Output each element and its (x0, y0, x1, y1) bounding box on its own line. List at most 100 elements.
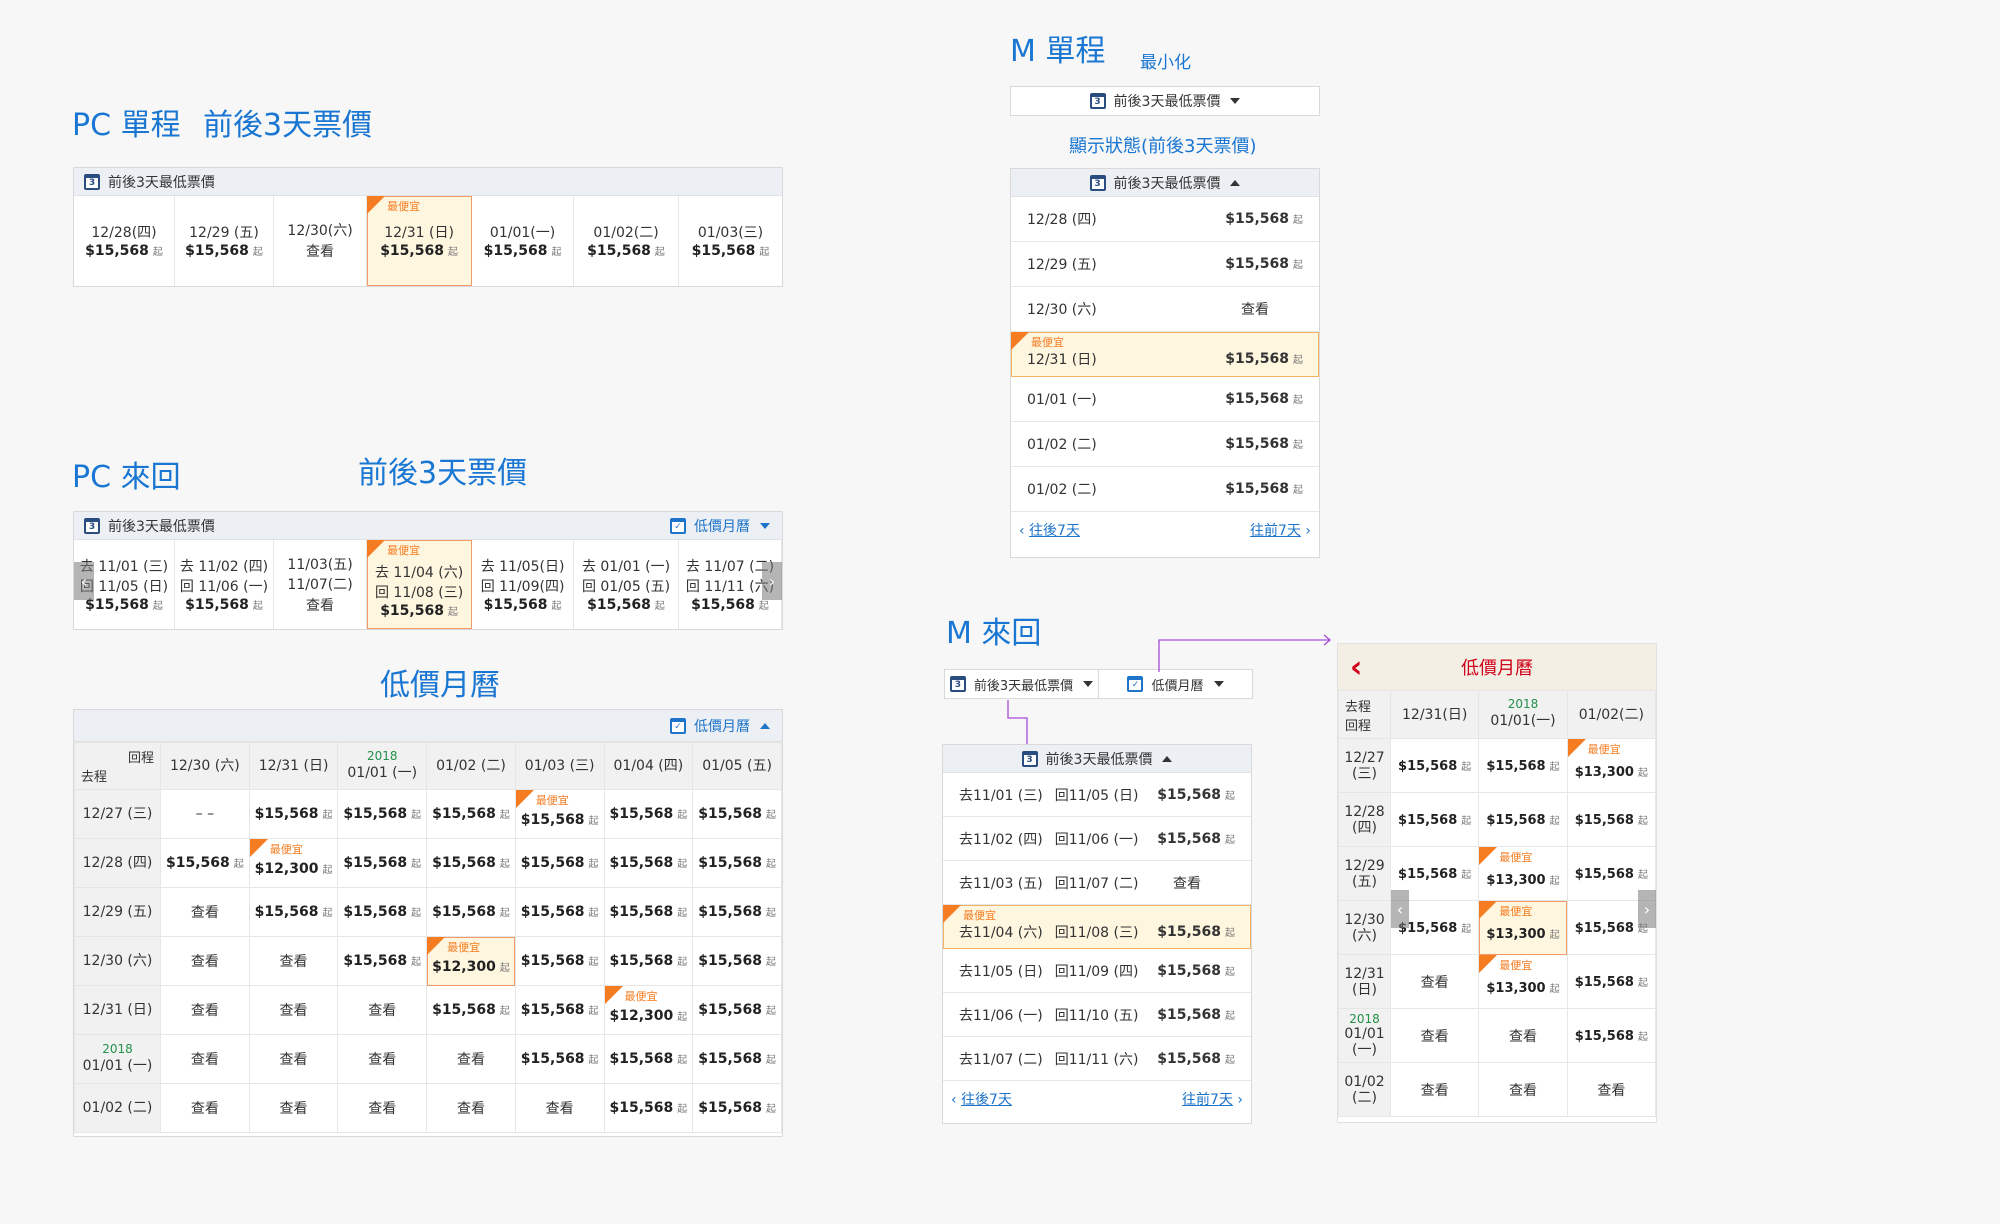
from-suffix: 起 (1637, 1031, 1648, 1043)
list-row[interactable]: 去11/01 (三) 回11/05 (日) $15,568 起 (943, 773, 1251, 817)
price-cell[interactable]: $15,568 起 (1478, 738, 1568, 793)
list-row[interactable]: 最便宜 12/31 (日) $15,568 起 (1011, 332, 1319, 377)
row-weekday: (日) (1352, 981, 1377, 998)
m-price-grid: 去程 回程 12/31(日) 2018 01/01(一) 01/02(二) 12/27 (三)… (1338, 690, 1657, 1117)
from-suffix: 起 (1225, 834, 1235, 846)
row-date-header: 12/28 (四) (1338, 792, 1391, 847)
price-text: $13,300 起 (1574, 764, 1648, 780)
price-text: $15,568 起 (380, 602, 458, 619)
return-date: 回11/11 (六) (1054, 1051, 1139, 1068)
back-chevron-icon[interactable]: ‹ (1350, 650, 1362, 685)
round-date-price-cell[interactable]: 最便宜去 11/04 (六) 回 11/08 (三) $15,568 起 (367, 540, 473, 629)
from-suffix: 起 (1225, 1054, 1235, 1066)
prev-arrow-button[interactable]: ‹ (1391, 890, 1409, 928)
from-suffix: 起 (1549, 875, 1560, 887)
price-cell[interactable]: $15,568 起 (1566, 954, 1657, 1009)
cheapest-badge: 最便宜 (1587, 743, 1621, 756)
price-cell[interactable]: 最便宜 $12,300 起 (426, 936, 516, 986)
cheapest-flag-icon (367, 540, 386, 558)
price-cell[interactable]: 最便宜 $13,300 起 (1478, 900, 1568, 955)
date-label: 12/31 (日) (1027, 352, 1097, 368)
list-row[interactable]: 去11/03 (五) 回11/07 (二) 查看 (943, 861, 1251, 905)
from-suffix: 起 (1637, 815, 1648, 827)
outbound-date: 去 11/04 (六) (374, 564, 464, 581)
cheapest-badge: 最便宜 (963, 909, 996, 922)
prev-arrow-button[interactable]: ‹ (74, 562, 94, 600)
list-row[interactable]: 最便宜 去11/04 (六) 回11/08 (三) $15,568 起 (943, 905, 1251, 949)
view-link[interactable]: 查看 (1568, 1080, 1655, 1100)
price-text: $15,568 起 (1574, 866, 1648, 882)
from-suffix: 起 (1461, 815, 1472, 827)
list-row[interactable]: 去11/06 (一) 回11/10 (五) $15,568 起 (943, 993, 1251, 1037)
outbound-date: 去11/01 (三) (959, 787, 1043, 804)
column-date-header: 2018 01/01(一) (1478, 690, 1568, 739)
list-row[interactable]: 去11/07 (二) 回11/11 (六) $15,568 起 (943, 1037, 1251, 1081)
from-suffix: 起 (447, 606, 458, 618)
date-range: 去11/01 (三) 回11/05 (日) (959, 785, 1157, 805)
list-row[interactable]: 去11/02 (四) 回11/06 (一) $15,568 起 (943, 817, 1251, 861)
view-link[interactable]: 查看 (1479, 1080, 1566, 1100)
list-row[interactable]: 去11/05 (日) 回11/09 (四) $15,568 起 (943, 949, 1251, 993)
row-date: 12/27 (1344, 749, 1385, 766)
price-text: $15,568 起 (1157, 1006, 1235, 1023)
m-round-header[interactable]: 3 前後3天最低票價 (943, 745, 1251, 773)
header-label: 前後3天最低票價 (1045, 751, 1153, 768)
date-price-cell[interactable]: 最便宜 12/31 (日) $15,568 起 (367, 196, 473, 286)
view-link[interactable]: 查看 (1139, 873, 1235, 893)
price-cell[interactable]: 查看 (1478, 1062, 1568, 1117)
price-text: $15,568 起 (1157, 830, 1235, 847)
m-month-header: ‹ 低價月曆 (1338, 644, 1656, 690)
return-date: 回11/05 (日) (1054, 787, 1139, 804)
return-date: 回 11/08 (三) (374, 584, 464, 601)
view-link[interactable]: 查看 (1391, 1026, 1478, 1046)
cheapest-badge: 最便宜 (1499, 905, 1533, 918)
m-month-widget: ‹ 低價月曆 去程 回程 12/31(日) 2018 01/01(一) 01/02(二) 1… (1337, 643, 1657, 1123)
cheapest-badge: 最便宜 (387, 544, 421, 557)
price-cell[interactable]: 查看 (1566, 1062, 1657, 1117)
from-suffix: 起 (1461, 761, 1472, 773)
price-cell[interactable]: 查看 (1389, 1008, 1480, 1063)
price-cell[interactable]: 最便宜 $13,300 起 (1478, 846, 1568, 901)
price-cell[interactable]: $15,568 起 (1389, 792, 1480, 847)
view-link[interactable]: 查看 (1479, 1026, 1566, 1046)
column-date: 01/01(一) (1490, 713, 1556, 729)
price-text: $15,568 起 (1574, 974, 1648, 990)
row-date-header: 01/02 (二) (1338, 1062, 1391, 1117)
row-date-header: 12/31 (日) (1338, 954, 1391, 1009)
view-link[interactable]: 查看 (1391, 1080, 1478, 1100)
from-suffix: 起 (1461, 923, 1472, 935)
grid-row: 12/29 (五) $15,568 起 最便宜 $13,300 起 $15,568 起 (1338, 846, 1657, 901)
corner-header: 去程 回程 (1338, 690, 1391, 739)
price-cell[interactable]: $15,568 起 (1566, 1008, 1657, 1063)
price-cell[interactable]: 最便宜 $13,300 起 (1566, 738, 1657, 793)
column-date-header: 01/02(二) (1566, 690, 1657, 739)
next-arrow-button[interactable]: › (762, 562, 782, 600)
from-suffix: 起 (1637, 767, 1648, 779)
price-text: $15,568 起 (1157, 923, 1235, 940)
price-cell[interactable]: 查看 (1478, 1008, 1568, 1063)
price-text: $15,568 起 (1486, 812, 1560, 828)
next-7days-link[interactable]: 往前7天 › (1182, 1089, 1243, 1109)
prev-7days-link[interactable]: ‹ 往後7天 (951, 1089, 1012, 1109)
price-cell[interactable]: 查看 (1389, 1062, 1480, 1117)
cheapest-flag-icon (1479, 901, 1498, 919)
price-cell[interactable]: 最便宜 $13,300 起 (1478, 954, 1568, 1009)
price-cell[interactable]: 查看 (1389, 954, 1480, 1009)
view-link[interactable]: 查看 (1391, 972, 1478, 992)
outbound-axis-label: 去程 (1345, 699, 1372, 715)
return-date: 回11/09 (四) (1054, 963, 1139, 980)
cheapest-badge: 最便宜 (1499, 959, 1533, 972)
price-cell[interactable]: $15,568 起 (1478, 792, 1568, 847)
price-cell[interactable]: $15,568 起 (1566, 792, 1657, 847)
return-date: 回11/08 (三) (1054, 924, 1139, 941)
grid-row: 2018 01/01 (一) 查看 查看 $15,568 起 (1338, 1008, 1657, 1063)
cheapest-flag-icon (367, 196, 386, 214)
price-cell[interactable]: $15,568 起 (1389, 738, 1480, 793)
cheapest-flag-icon (427, 937, 446, 955)
outbound-date: 去11/05 (日) (959, 963, 1043, 980)
from-suffix: 起 (1461, 869, 1472, 881)
next-arrow-button[interactable]: › (1638, 890, 1656, 928)
grid-row: 12/27 (三) $15,568 起 $15,568 起 最便宜 $13,300 起 (1338, 738, 1657, 793)
price-text: $15,568 起 (1398, 758, 1472, 774)
price-text: $13,300 起 (1486, 926, 1560, 942)
